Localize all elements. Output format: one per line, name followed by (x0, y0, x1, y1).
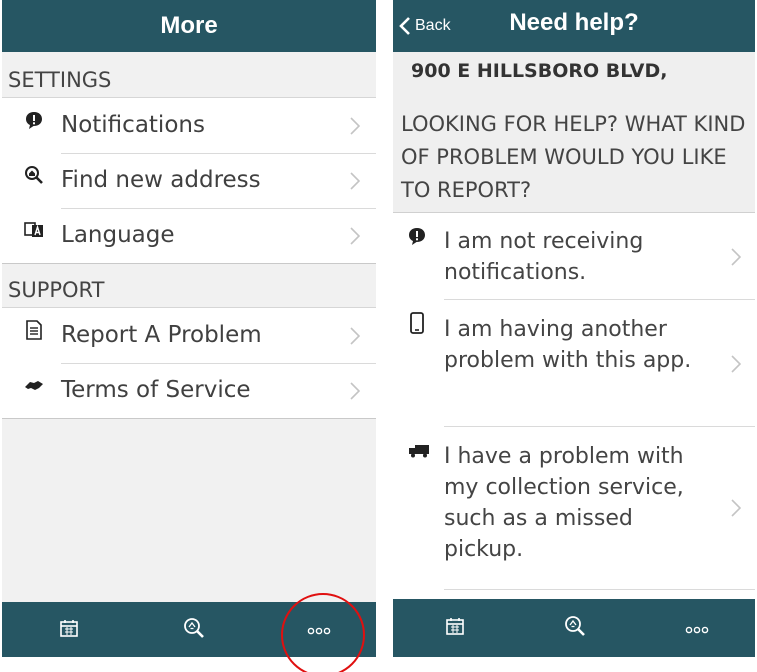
settings-group: Notifications Find new address Language (2, 97, 376, 264)
back-label: Back (415, 17, 451, 34)
need-help-screen: Need help? Back 900 E HILLSBORO BLVD, LO… (393, 0, 755, 657)
chevron-right-icon (350, 172, 361, 194)
phone-icon (407, 312, 427, 334)
tab-recycle-search[interactable] (164, 602, 224, 657)
help-option-notifications[interactable]: I am not receiving notifications. (393, 214, 755, 300)
chevron-right-icon (731, 499, 742, 521)
menu-item-language[interactable]: Language (2, 208, 376, 263)
chevron-right-icon (350, 327, 361, 349)
support-group: Report A Problem Terms of Service (2, 307, 376, 419)
recycle-search-icon (564, 615, 586, 641)
menu-item-terms-of-service[interactable]: Terms of Service (2, 363, 376, 418)
chevron-right-icon (731, 355, 742, 377)
more-dots-icon (685, 619, 709, 638)
nav-bar: More (2, 0, 376, 52)
tab-more[interactable] (667, 599, 727, 657)
section-header-settings: SETTINGS (2, 60, 376, 100)
alert-bubble-icon (407, 226, 427, 246)
handshake-icon (24, 375, 44, 395)
chevron-right-icon (350, 382, 361, 404)
section-header-support: SUPPORT (2, 270, 376, 310)
menu-item-label: Language (61, 222, 175, 248)
divider (444, 589, 755, 590)
menu-item-report-a-problem[interactable]: Report A Problem (2, 308, 376, 363)
help-question: LOOKING FOR HELP? WHAT KIND OF PROBLEM W… (401, 112, 746, 202)
chevron-right-icon (350, 117, 361, 139)
menu-item-label: Find new address (61, 167, 261, 193)
back-button[interactable]: Back (399, 13, 451, 39)
alert-bubble-icon (24, 110, 44, 130)
address-text: 900 E HILLSBORO BLVD, (411, 60, 668, 82)
annotation-circle (281, 593, 365, 672)
nav-bar: Need help? Back (393, 0, 755, 52)
tab-calendar[interactable] (425, 599, 485, 657)
home-search-icon (24, 165, 44, 185)
address-block: 900 E HILLSBORO BLVD, LOOKING FOR HELP? … (393, 52, 755, 213)
tab-calendar[interactable] (39, 602, 99, 657)
chevron-left-icon (399, 16, 411, 36)
translate-icon (24, 220, 44, 240)
calendar-icon (445, 616, 465, 640)
menu-item-label: Report A Problem (61, 322, 262, 348)
garbage-truck-icon (407, 443, 431, 463)
menu-item-find-new-address[interactable]: Find new address (2, 153, 376, 208)
tab-bar (393, 599, 755, 657)
help-option-collection-service[interactable]: I have a problem with my collection serv… (393, 427, 755, 590)
more-screen: More SETTINGS Notifications Find new add… (2, 0, 376, 657)
help-option-label: I have a problem with my collection serv… (444, 444, 684, 562)
menu-item-label: Terms of Service (61, 377, 251, 403)
tab-recycle-search[interactable] (545, 599, 605, 657)
calendar-icon (59, 618, 79, 642)
help-option-label: I am not receiving notifications. (444, 229, 644, 285)
menu-item-label: Notifications (61, 112, 205, 138)
chevron-right-icon (350, 227, 361, 249)
document-icon (24, 320, 44, 340)
page-title: More (160, 12, 218, 39)
help-option-app-problem[interactable]: I am having another problem with this ap… (393, 300, 755, 427)
chevron-right-icon (731, 248, 742, 270)
menu-item-notifications[interactable]: Notifications (2, 98, 376, 153)
recycle-search-icon (183, 617, 205, 643)
help-option-label: I am having another problem with this ap… (444, 317, 692, 373)
